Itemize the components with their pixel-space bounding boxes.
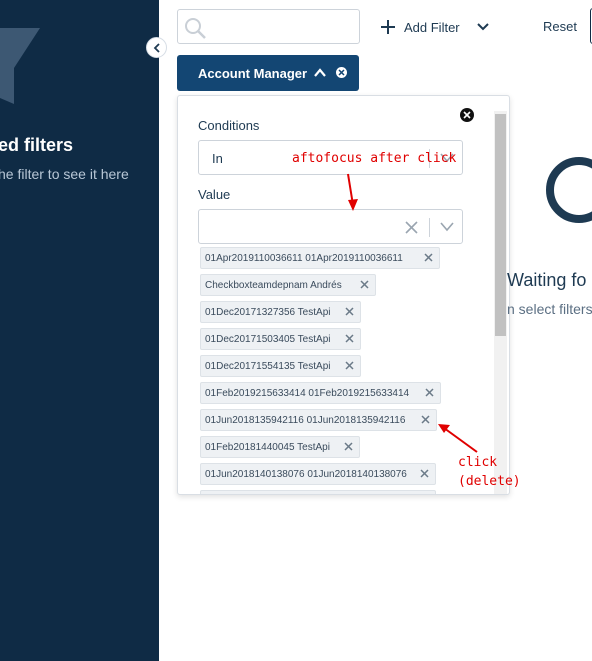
- value-tag-label: 01Jun2018135942116 01Jun2018135942116: [205, 414, 406, 426]
- remove-tag-icon[interactable]: [424, 253, 433, 262]
- value-tag: 01Jun2018140138076 01Jun2018140138076: [200, 463, 436, 485]
- add-filter-label: Add Filter: [404, 19, 460, 35]
- clear-icon[interactable]: [405, 221, 418, 234]
- remove-tag-icon[interactable]: [345, 361, 354, 370]
- value-tag: Checkboxteamdepnam Andrés: [200, 274, 376, 296]
- funnel-icon: [0, 28, 40, 104]
- remove-filter-icon[interactable]: [336, 67, 347, 78]
- search-input[interactable]: [210, 14, 354, 40]
- value-tag-label: 01Feb20181440045 TestApi: [205, 441, 330, 453]
- value-select[interactable]: [198, 209, 463, 244]
- value-tag-label: 01Apr2019110036611 01Apr2019110036611: [205, 252, 403, 264]
- value-tag: 01Dec20171503405 TestApi: [200, 328, 361, 350]
- value-tag: 01Feb20181440045 TestApi: [200, 436, 360, 458]
- conditions-value: In: [212, 151, 223, 166]
- value-label: Value: [198, 187, 231, 202]
- reset-button[interactable]: Reset: [543, 19, 577, 34]
- remove-tag-icon[interactable]: [420, 469, 429, 478]
- panel-scrollbar[interactable]: [494, 111, 507, 494]
- scrollbar-thumb[interactable]: [495, 114, 506, 336]
- value-tag-label: 01Jun2018140138076 01Jun2018140138076: [205, 468, 407, 480]
- remove-tag-icon[interactable]: [425, 388, 434, 397]
- value-tag-label: 01Feb2019215633414 01Feb2019215633414: [205, 387, 410, 399]
- chevron-left-icon: [153, 42, 160, 53]
- conditions-label: Conditions: [198, 118, 260, 133]
- value-tag: 01Apr2019110036611 01Apr2019110036611: [200, 247, 440, 269]
- filter-chip-account-manager[interactable]: Account Manager: [177, 55, 359, 91]
- value-tag: 01Jun2018135942116 01Jun2018135942116: [200, 409, 437, 431]
- value-tag-label: 01Dec20171327356 TestApi: [205, 306, 331, 318]
- plus-icon: [381, 20, 395, 34]
- search-icon: [185, 18, 206, 39]
- value-tag: 01Feb2019215633414 01Feb2019215633414: [200, 382, 441, 404]
- filter-chip-label: Account Manager: [198, 65, 308, 81]
- value-tag-label: 01Dec20171503405 TestApi: [205, 333, 331, 345]
- annotation-delete: (delete): [458, 474, 521, 489]
- chevron-down-icon[interactable]: [440, 222, 454, 232]
- value-tag: 01Dec20171327356 TestApi: [200, 301, 361, 323]
- annotation-autofocus: aftofocus after click: [292, 151, 457, 166]
- close-panel-icon[interactable]: [460, 108, 474, 122]
- value-tag: 01Dec20171554135 TestApi: [200, 355, 361, 377]
- remove-tag-icon[interactable]: [345, 307, 354, 316]
- value-tag-label: 01Dec20171554135 TestApi: [205, 360, 331, 372]
- waiting-subtitle: n select filters: [507, 301, 592, 317]
- remove-tag-icon[interactable]: [360, 280, 369, 289]
- add-filter-button[interactable]: Add Filter: [380, 17, 490, 37]
- chevron-down-icon[interactable]: [476, 22, 490, 32]
- value-tag-label: Checkboxteamdepnam Andrés: [205, 279, 342, 291]
- value-tag: [200, 490, 436, 494]
- sidebar-title: ed filters: [0, 135, 74, 155]
- waiting-title: Waiting fo: [507, 270, 587, 290]
- select-separator: [429, 218, 430, 237]
- sidebar-subtitle: he filter to see it here: [0, 166, 129, 182]
- remove-tag-icon[interactable]: [345, 334, 354, 343]
- collapse-sidebar-button[interactable]: [146, 37, 167, 58]
- left-sidebar: ed filters he filter to see it here: [0, 0, 159, 661]
- remove-tag-icon[interactable]: [344, 442, 353, 451]
- loading-spinner: [546, 157, 592, 223]
- remove-tag-icon[interactable]: [421, 415, 430, 424]
- chevron-up-icon[interactable]: [313, 67, 327, 79]
- annotation-click: click: [458, 455, 498, 470]
- search-field[interactable]: [177, 9, 360, 44]
